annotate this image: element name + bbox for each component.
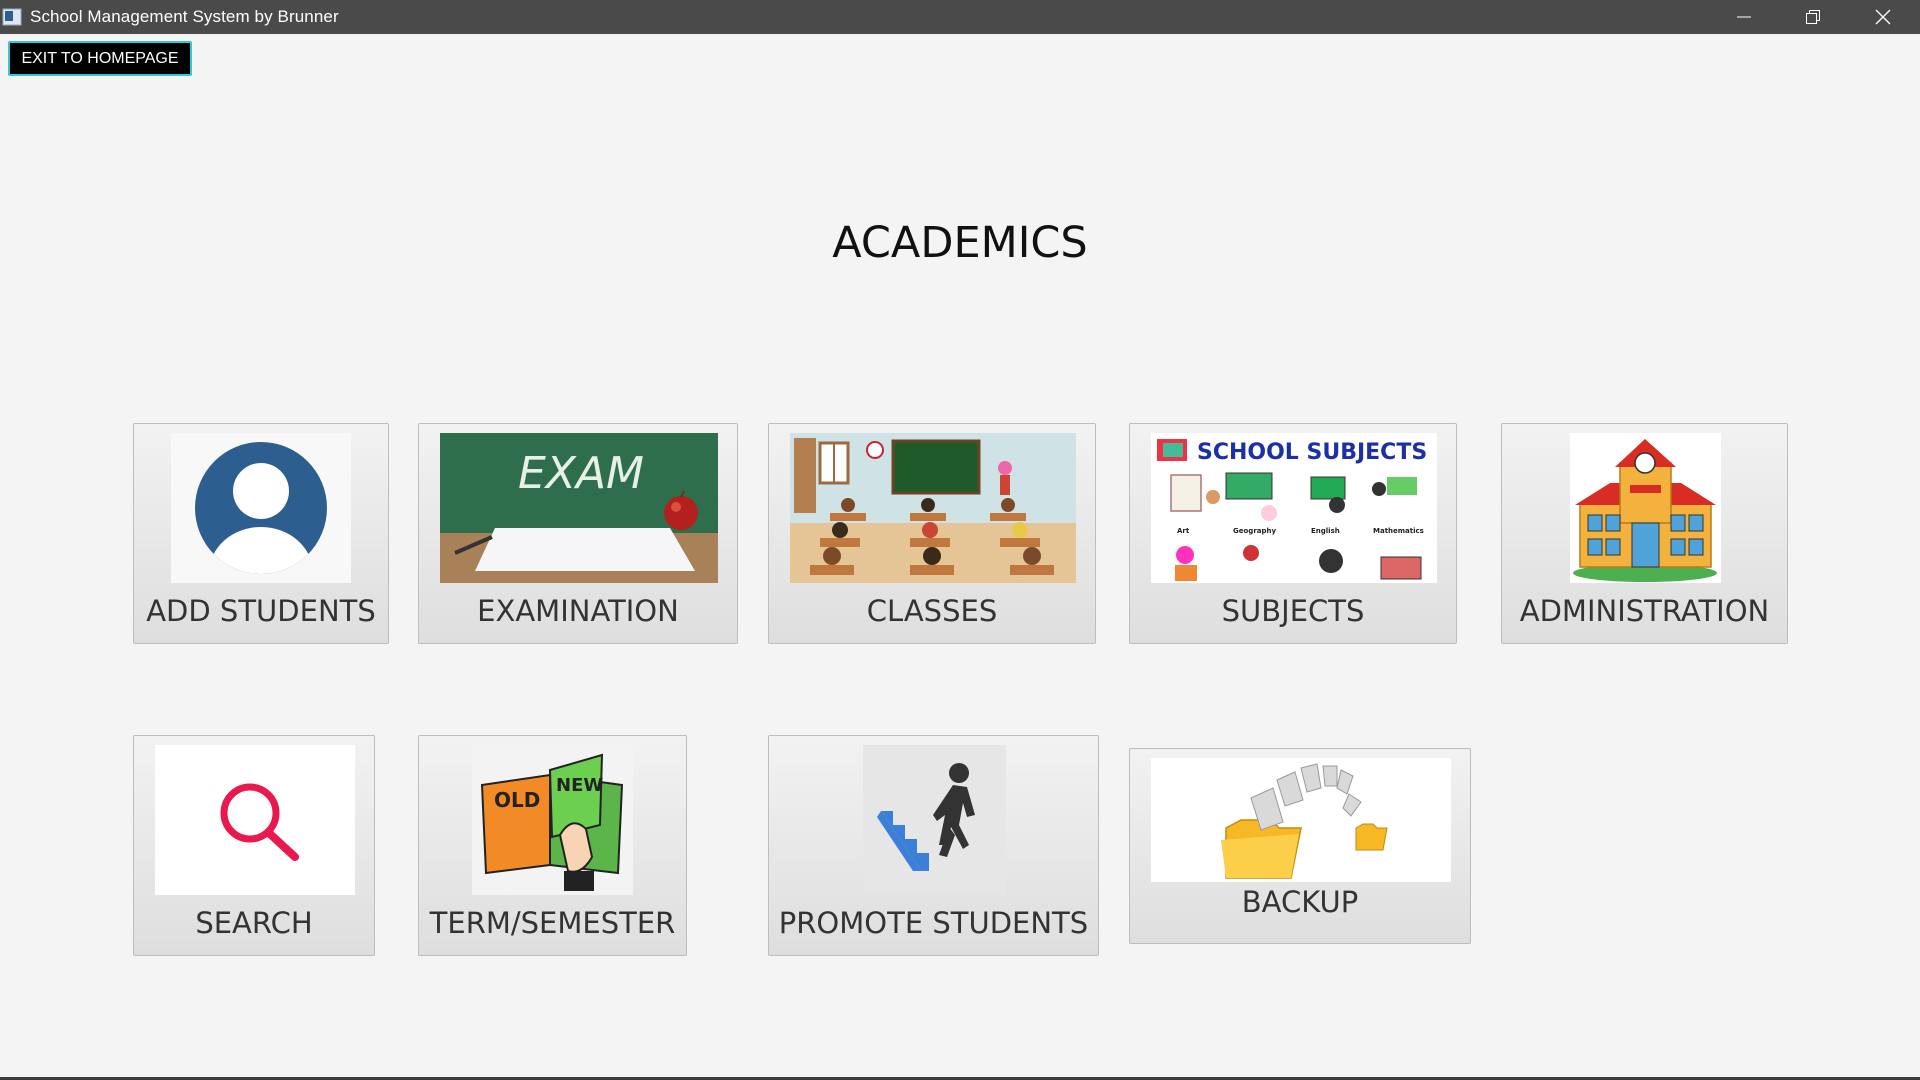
restore-icon	[1806, 10, 1820, 24]
search-icon	[155, 745, 355, 895]
tile-label: EXAMINATION	[477, 594, 679, 628]
school-subjects-icon: SCHOOL SUBJECTS Art Geography English Math…	[1151, 433, 1437, 583]
exit-to-homepage-button[interactable]: EXIT TO HOMEPAGE	[8, 41, 192, 76]
exam-chalkboard-icon: EXAM	[440, 433, 718, 583]
svg-text:English: English	[1311, 527, 1340, 535]
tile-label: TERM/SEMESTER	[429, 906, 676, 940]
backup-folder-icon	[1151, 758, 1451, 882]
administration-button[interactable]: ADMINISTRATION	[1501, 423, 1788, 644]
close-button[interactable]	[1853, 0, 1913, 34]
new-label: NEW	[556, 775, 603, 796]
term-semester-button[interactable]: OLD NEW TERM/SEMESTER	[418, 735, 687, 956]
window-titlebar: School Management System by Brunner	[0, 0, 1920, 34]
tile-label: ADD STUDENTS	[146, 594, 376, 628]
classes-button[interactable]: CLASSES	[768, 423, 1096, 644]
search-button[interactable]: SEARCH	[133, 735, 375, 956]
minimize-button[interactable]	[1714, 0, 1774, 34]
window-title: School Management System by Brunner	[30, 7, 339, 26]
minimize-icon	[1737, 16, 1751, 18]
promote-students-button[interactable]: PROMOTE STUDENTS	[768, 735, 1099, 956]
svg-text:Art: Art	[1177, 527, 1190, 535]
app-icon	[2, 7, 22, 27]
tile-label: ADMINISTRATION	[1519, 594, 1770, 628]
old-label: OLD	[494, 788, 540, 812]
user-avatar-icon	[171, 433, 351, 583]
add-students-button[interactable]: ADD STUDENTS	[133, 423, 389, 644]
restore-button[interactable]	[1783, 0, 1843, 34]
backup-button[interactable]: BACKUP	[1129, 748, 1471, 944]
tile-label: BACKUP	[1241, 885, 1359, 919]
examination-button[interactable]: EXAM EXAMINATION	[418, 423, 738, 644]
page-title: ACADEMICS	[832, 218, 1088, 268]
tile-label: SEARCH	[195, 906, 313, 940]
tile-label: CLASSES	[866, 594, 998, 628]
subjects-button[interactable]: SCHOOL SUBJECTS Art Geography English Math…	[1129, 423, 1457, 644]
tile-label: PROMOTE STUDENTS	[778, 906, 1089, 940]
tile-label: SUBJECTS	[1221, 594, 1365, 628]
close-icon	[1875, 9, 1891, 25]
svg-text:Geography: Geography	[1233, 527, 1276, 535]
svg-text:EXAM: EXAM	[518, 448, 644, 499]
school-building-icon	[1570, 433, 1721, 583]
old-new-book-icon: OLD NEW	[472, 745, 633, 895]
climbing-stairs-icon	[863, 745, 1006, 895]
subjects-banner-text: SCHOOL SUBJECTS	[1197, 440, 1427, 465]
svg-text:Mathematics: Mathematics	[1373, 527, 1424, 535]
classroom-icon	[790, 433, 1076, 583]
